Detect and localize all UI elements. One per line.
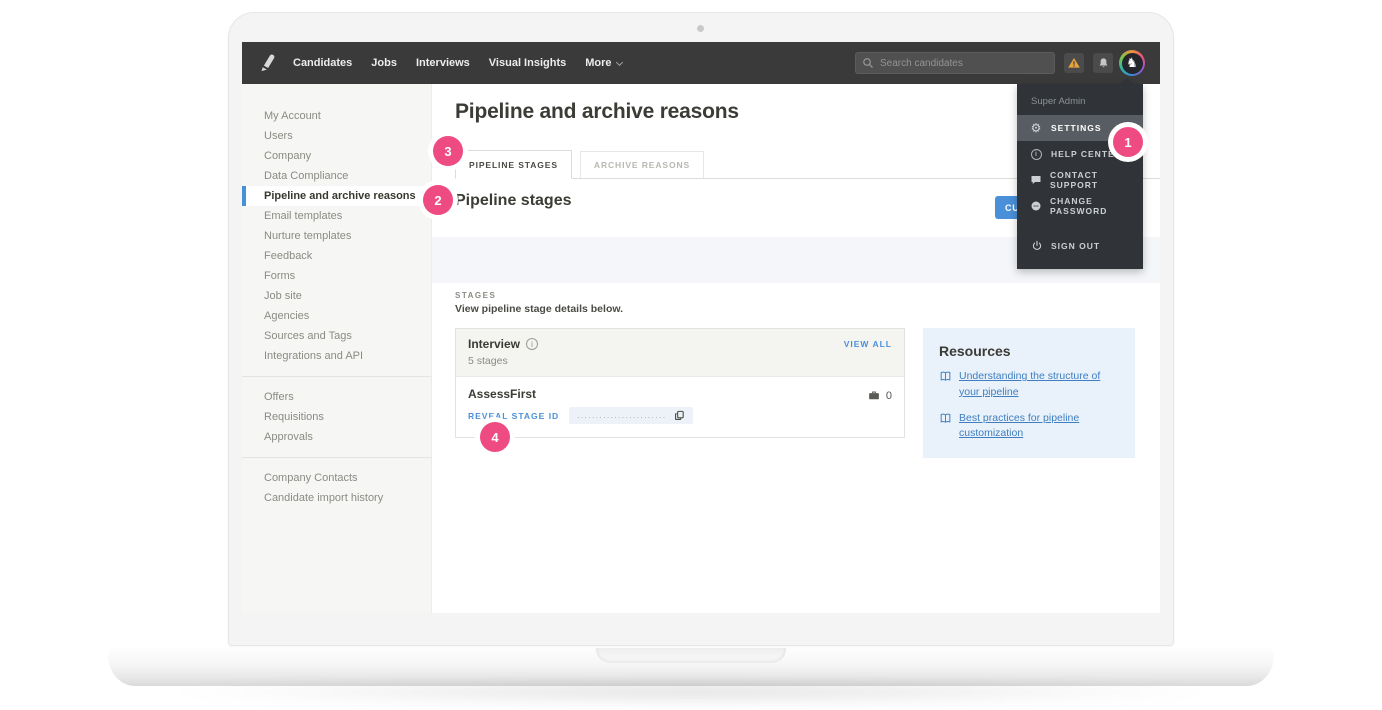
nav-item-jobs[interactable]: Jobs <box>371 57 397 69</box>
stage-row: AssessFirst REVEAL STAGE ID ............… <box>456 377 904 437</box>
sidebar-item-offers[interactable]: Offers <box>242 387 431 407</box>
annotation-badge-3: 3 <box>433 136 463 166</box>
book-icon <box>939 412 952 425</box>
resource-link-label: Best practices for pipeline customizatio… <box>959 411 1119 443</box>
chat-bubble-icon <box>1030 174 1042 186</box>
laptop-camera <box>697 25 704 32</box>
stage-details: AssessFirst REVEAL STAGE ID ............… <box>468 387 693 424</box>
sidebar-item-integrations-and-api[interactable]: Integrations and API <box>242 346 431 366</box>
sidebar-item-sources-and-tags[interactable]: Sources and Tags <box>242 326 431 346</box>
candidate-count-value: 0 <box>886 390 892 402</box>
sidebar-item-nurture-templates[interactable]: Nurture templates <box>242 226 431 246</box>
laptop-base <box>108 648 1274 686</box>
gear-icon <box>1030 122 1043 134</box>
sidebar-item-agencies[interactable]: Agencies <box>242 306 431 326</box>
chevron-down-icon <box>615 58 622 65</box>
briefcase-icon <box>867 389 881 402</box>
resource-link-label: Understanding the structure of your pipe… <box>959 369 1119 401</box>
menu-item-change-password[interactable]: CHANGE PASSWORD <box>1017 193 1143 219</box>
sidebar-item-email-templates[interactable]: Email templates <box>242 206 431 226</box>
power-icon <box>1030 240 1043 252</box>
laptop-base-notch <box>596 648 786 663</box>
tab-archive-reasons[interactable]: ARCHIVE REASONS <box>580 151 704 178</box>
sidebar-item-users[interactable]: Users <box>242 126 431 146</box>
menu-item-label: SETTINGS <box>1051 123 1102 133</box>
nav-item-more[interactable]: More <box>585 57 621 69</box>
stage-id-pill[interactable]: ........................ <box>569 407 692 424</box>
search-input[interactable] <box>855 52 1055 74</box>
sidebar-item-company-contacts[interactable]: Company Contacts <box>242 468 431 488</box>
sidebar-divider <box>242 376 431 377</box>
settings-sidebar: My Account Users Company Data Compliance… <box>242 84 432 613</box>
sidebar-item-data-compliance[interactable]: Data Compliance <box>242 166 431 186</box>
app-screen: Candidates Jobs Interviews Visual Insigh… <box>242 42 1160 613</box>
page-title: Pipeline and archive reasons <box>455 100 739 124</box>
stage-group-meta: 5 stages <box>468 355 538 367</box>
top-nav: Candidates Jobs Interviews Visual Insigh… <box>242 42 1160 84</box>
resource-link-best-practices[interactable]: Best practices for pipeline customizatio… <box>939 411 1119 443</box>
sidebar-item-feedback[interactable]: Feedback <box>242 246 431 266</box>
lever-logo-icon[interactable] <box>256 52 278 74</box>
masked-stage-id: ........................ <box>577 412 666 420</box>
nav-more-label: More <box>585 57 611 69</box>
warning-icon <box>1067 56 1081 70</box>
alerts-button[interactable] <box>1064 53 1084 73</box>
tab-pipeline-stages[interactable]: PIPELINE STAGES <box>455 150 572 179</box>
nav-item-candidates[interactable]: Candidates <box>293 57 352 69</box>
user-avatar[interactable] <box>1119 50 1145 76</box>
view-all-link[interactable]: VIEW ALL <box>844 337 892 349</box>
avatar-knight-icon <box>1122 53 1143 74</box>
account-dropdown: Super Admin SETTINGS HELP CENTER CONTACT… <box>1017 84 1143 269</box>
nav-item-interviews[interactable]: Interviews <box>416 57 470 69</box>
info-circle-icon <box>1030 149 1043 160</box>
annotation-badge-1: 1 <box>1113 127 1143 157</box>
reveal-stage-id-link[interactable]: REVEAL STAGE ID <box>468 411 559 421</box>
stage-group-info: Interview 5 stages <box>468 337 538 367</box>
sidebar-item-requisitions[interactable]: Requisitions <box>242 407 431 427</box>
menu-item-label: CHANGE PASSWORD <box>1050 196 1130 216</box>
sidebar-item-forms[interactable]: Forms <box>242 266 431 286</box>
sidebar-item-my-account[interactable]: My Account <box>242 106 431 126</box>
sidebar-item-candidate-import-history[interactable]: Candidate import history <box>242 488 431 508</box>
section-heading: Pipeline stages <box>455 192 572 210</box>
sidebar-item-job-site[interactable]: Job site <box>242 286 431 306</box>
bell-icon <box>1097 57 1110 70</box>
stages-label: STAGES <box>455 291 496 300</box>
pipeline-stage-card: Interview 5 stages VIEW ALL AssessFirst … <box>455 328 905 438</box>
stage-group-name: Interview <box>468 337 520 351</box>
annotation-badge-2: 2 <box>423 185 453 215</box>
nav-item-visual-insights[interactable]: Visual Insights <box>489 57 566 69</box>
sidebar-divider <box>242 457 431 458</box>
sidebar-item-company[interactable]: Company <box>242 146 431 166</box>
notifications-button[interactable] <box>1093 53 1113 73</box>
search-box <box>855 52 1055 74</box>
stages-hint: View pipeline stage details below. <box>455 303 623 315</box>
stage-name: AssessFirst <box>468 387 693 401</box>
menu-item-label: SIGN OUT <box>1051 241 1100 251</box>
menu-item-contact-support[interactable]: CONTACT SUPPORT <box>1017 167 1143 193</box>
annotation-badge-4: 4 <box>480 422 510 452</box>
copy-icon[interactable] <box>674 410 685 421</box>
resources-panel: Resources Understanding the structure of… <box>923 328 1135 458</box>
search-icon <box>862 57 874 69</box>
account-role-label: Super Admin <box>1017 84 1143 115</box>
menu-item-label: HELP CENTER <box>1051 149 1122 159</box>
info-icon[interactable] <box>526 338 538 350</box>
menu-item-label: CONTACT SUPPORT <box>1050 170 1130 190</box>
resource-link-structure[interactable]: Understanding the structure of your pipe… <box>939 369 1119 401</box>
sidebar-item-pipeline-and-archive-reasons[interactable]: Pipeline and archive reasons <box>242 186 431 206</box>
resources-title: Resources <box>939 343 1119 359</box>
menu-item-sign-out[interactable]: SIGN OUT <box>1017 233 1143 259</box>
password-icon <box>1030 200 1042 212</box>
book-icon <box>939 370 952 383</box>
candidate-count: 0 <box>867 387 892 402</box>
stage-group-header: Interview 5 stages VIEW ALL <box>456 329 904 377</box>
sidebar-item-approvals[interactable]: Approvals <box>242 427 431 447</box>
